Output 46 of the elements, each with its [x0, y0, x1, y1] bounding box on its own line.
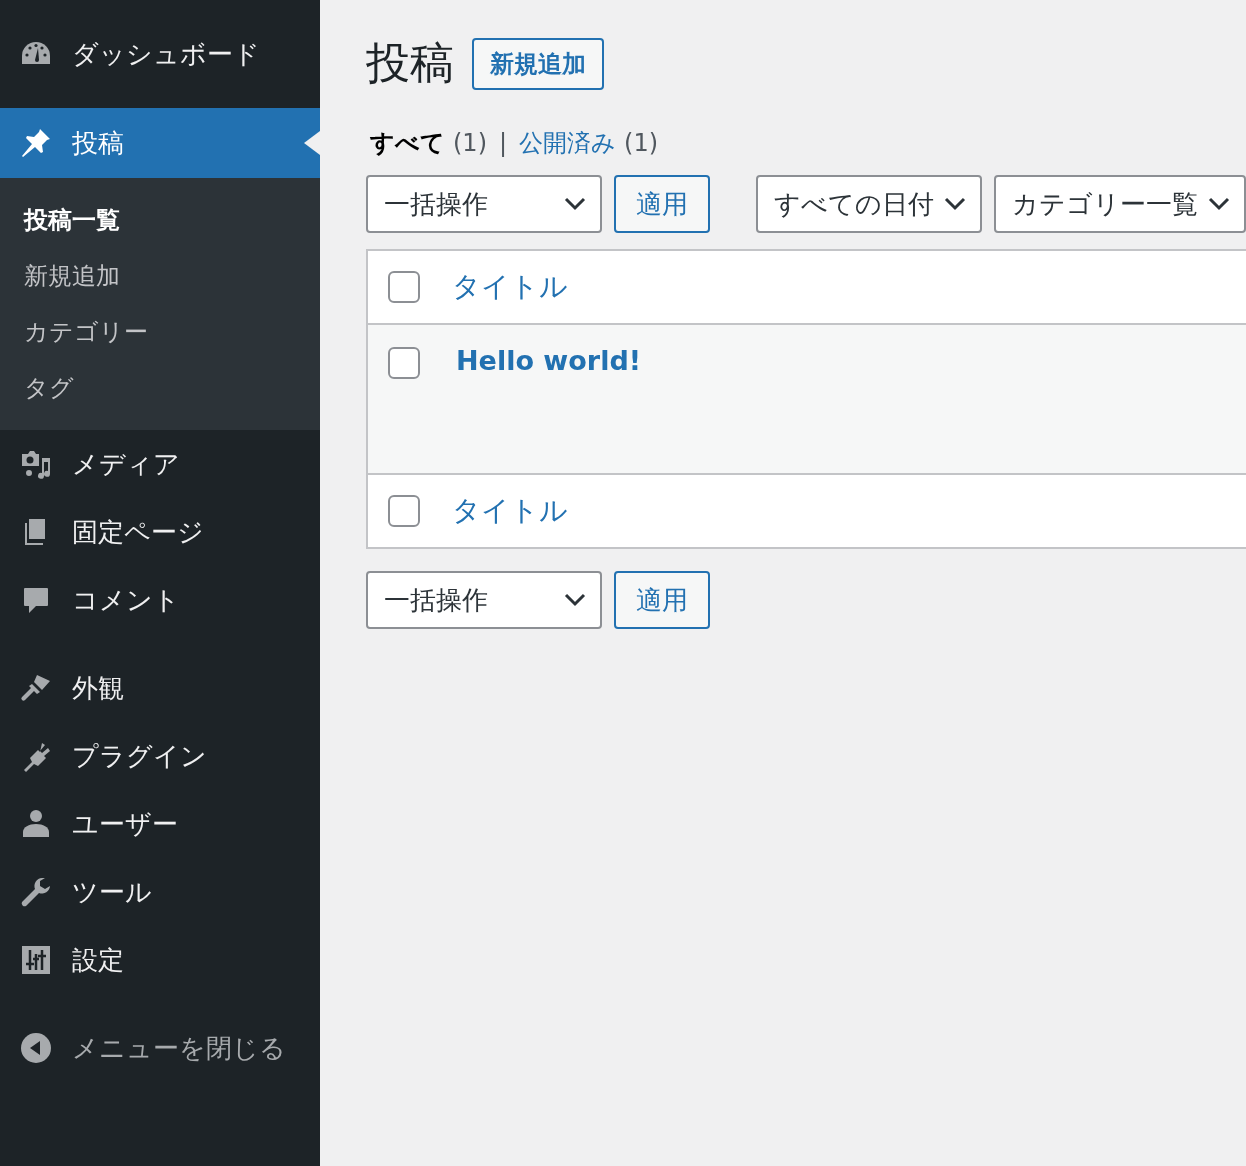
left-arrow-circle-icon	[20, 1032, 52, 1064]
chevron-down-icon	[564, 197, 586, 211]
sidebar-item[interactable]: ユーザー	[0, 790, 320, 858]
column-header-link[interactable]: タイトル	[452, 494, 568, 527]
apply-button[interactable]: 適用	[614, 175, 710, 233]
bulk-actions-dropdown[interactable]: 一括操作	[366, 571, 602, 629]
apply-button[interactable]: 適用	[614, 571, 710, 629]
view-separator: |	[499, 129, 508, 157]
bulk-actions-dropdown[interactable]: 一括操作	[366, 175, 602, 233]
post-title-link[interactable]: Hello world!	[456, 345, 642, 376]
wrench-icon	[20, 876, 52, 908]
chevron-down-icon	[944, 197, 966, 211]
sidebar-item[interactable]: メディア	[0, 430, 320, 498]
sidebar-item[interactable]: ツール	[0, 858, 320, 926]
page-title: 投稿	[366, 36, 454, 90]
collapse-menu-button[interactable]: メニューを閉じる	[0, 1014, 320, 1082]
chevron-down-icon	[564, 593, 586, 607]
view-count: (1)	[453, 129, 487, 157]
add-new-button[interactable]: 新規追加	[472, 37, 604, 90]
view-filter-link[interactable]: すべて	[370, 127, 445, 159]
checkbox[interactable]	[388, 495, 420, 527]
view-count: (1)	[624, 129, 659, 157]
sidebar-item[interactable]: 設定	[0, 926, 320, 994]
pushpin-icon	[20, 127, 52, 159]
submenu-item[interactable]: カテゴリー	[0, 304, 320, 360]
checkbox[interactable]	[388, 271, 420, 303]
sidebar-item[interactable]: 固定ページ	[0, 498, 320, 566]
view-filter-link[interactable]: 公開済み	[519, 127, 617, 159]
chevron-down-icon	[1208, 197, 1230, 211]
category-filter-dropdown[interactable]: カテゴリー一覧	[994, 175, 1246, 233]
sidebar-item[interactable]: プラグイン	[0, 722, 320, 790]
submenu-item[interactable]: 新規追加	[0, 248, 320, 304]
checkbox[interactable]	[388, 347, 420, 379]
submenu-item[interactable]: タグ	[0, 360, 320, 416]
sidebar-item[interactable]: 投稿	[0, 108, 320, 178]
sidebar-item[interactable]: 外観	[0, 654, 320, 722]
paintbrush-icon	[20, 672, 52, 704]
sidebar-item[interactable]: コメント	[0, 566, 320, 634]
current-pointer	[304, 131, 320, 155]
user-icon	[20, 808, 52, 840]
date-filter-dropdown[interactable]: すべての日付	[756, 175, 982, 233]
sliders-icon	[20, 944, 52, 976]
column-header-link[interactable]: タイトル	[452, 270, 568, 303]
camera-music-icon	[20, 448, 52, 480]
submenu-item[interactable]: 投稿一覧	[0, 192, 320, 248]
sidebar-item[interactable]: ダッシュボード	[0, 0, 320, 108]
